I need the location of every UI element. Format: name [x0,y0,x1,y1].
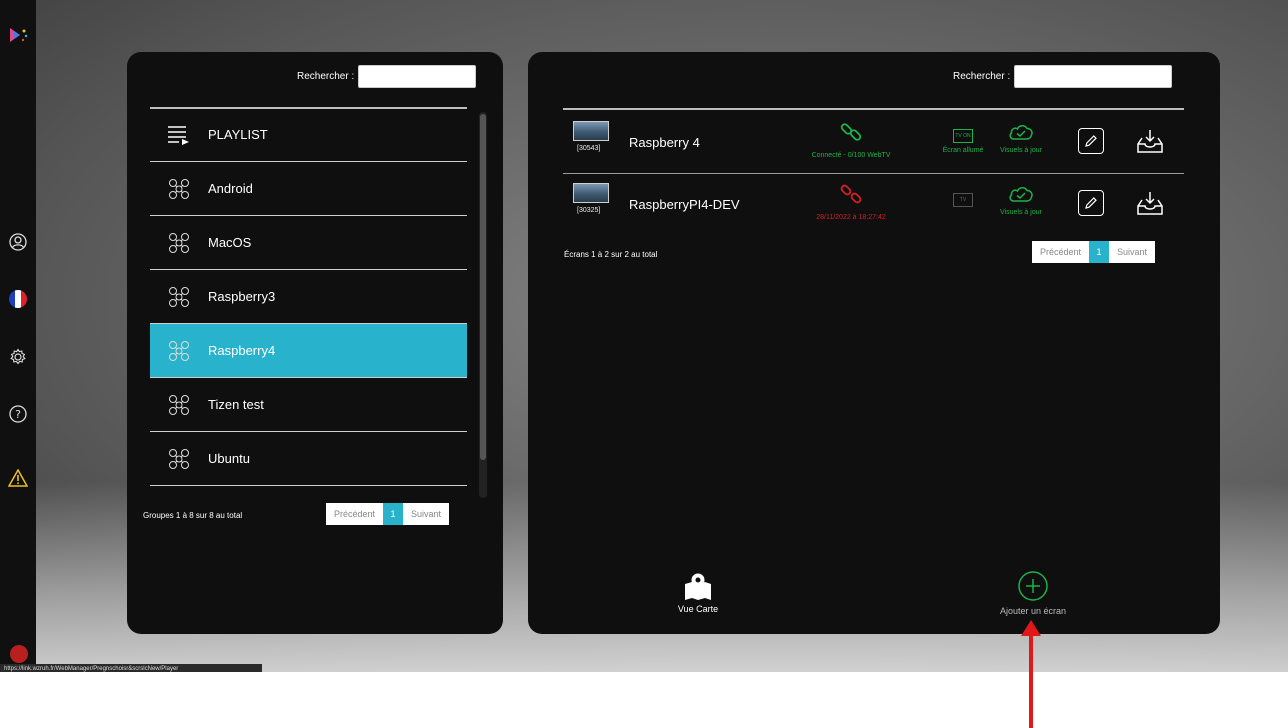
group-item[interactable]: Android [150,162,467,216]
screen-name: Raspberry 4 [629,135,700,150]
user-icon[interactable] [8,232,28,252]
groups-next-button[interactable]: Suivant [403,503,450,525]
warning-icon[interactable] [8,468,28,488]
download-button[interactable] [1135,188,1165,218]
french-flag-icon[interactable] [8,289,28,309]
screens-prev-button[interactable]: Précédent [1032,241,1090,263]
map-pin-icon [685,573,711,600]
map-view-label: Vue Carte [677,604,719,614]
groups-search-input[interactable] [358,65,477,88]
screens-panel: Rechercher : [30543] Raspberry 4 Connect… [528,52,1220,634]
tv-status-text: Écran allumé [942,147,984,154]
tv-on-icon: TV ON [953,129,973,143]
group-item-label: Raspberry3 [208,289,276,304]
visuals-status: Visuels à jour [993,185,1049,216]
screen-name: RaspberryPI4-DEV [629,197,740,212]
group-item-label: Ubuntu [208,451,250,466]
visuals-text: Visuels à jour [1000,147,1042,154]
group-icon [150,392,208,418]
group-item[interactable]: Ubuntu [150,432,467,486]
help-icon[interactable]: ? [8,404,28,424]
playlist-icon [150,125,208,145]
group-item-label: MacOS [208,235,252,250]
group-item[interactable] [150,486,467,498]
plus-circle-icon [1018,571,1048,601]
screens-search-label: Rechercher : [953,71,1011,82]
connection-status: 28/11/2022 à 18:27:42 [791,182,911,221]
groups-pager: Précédent 1 Suivant [326,503,450,525]
divider [563,108,1184,110]
pencil-icon [1085,197,1097,209]
tv-off-icon: TV [953,193,973,207]
group-icon [150,284,208,310]
inbox-download-icon [1137,130,1163,153]
screen-thumbnail[interactable] [573,121,609,141]
group-item-label: Raspberry4 [208,343,276,358]
groups-search-label: Rechercher : [297,71,355,82]
group-item[interactable]: Raspberry4 [150,324,467,378]
screens-search-input[interactable] [1014,65,1173,88]
cloud-check-icon [1009,125,1033,140]
visuals-text: Visuels à jour [1000,209,1042,216]
group-item[interactable]: Tizen test [150,378,467,432]
map-view-button[interactable]: Vue Carte [668,572,728,614]
gear-icon[interactable] [8,347,28,367]
group-icon [150,230,208,256]
group-item[interactable]: MacOS [150,216,467,270]
edit-button[interactable] [1078,128,1104,154]
cloud-check-icon [1009,187,1033,202]
group-item[interactable]: Raspberry3 [150,270,467,324]
add-screen-button[interactable]: Ajouter un écran [978,570,1088,616]
group-icon [150,176,208,202]
power-icon[interactable] [10,645,28,663]
edit-button[interactable] [1078,190,1104,216]
screens-next-button[interactable]: Suivant [1109,241,1156,263]
app-logo-icon[interactable] [10,28,28,42]
status-bar-url: https://link.wzruh.fr/WebManager/Pregnsc… [0,664,262,672]
inbox-download-icon [1137,192,1163,215]
visuals-status: Visuels à jour [993,123,1049,154]
group-item[interactable]: PLAYLIST [150,108,467,162]
pencil-icon [1085,135,1097,147]
screens-pager-info: Écrans 1 à 2 sur 2 au total [564,250,658,259]
groups-panel: Rechercher : PLAYLIST Android MacOS Raspber… [127,52,503,634]
screens-pager: Précédent 1 Suivant [1032,241,1156,263]
connection-text: 28/11/2022 à 18:27:42 [816,214,886,221]
groups-prev-button[interactable]: Précédent [326,503,384,525]
app-window: ? Rechercher : PLAYLIST Android MacOS Raspb… [0,0,1288,672]
screens-page-number[interactable]: 1 [1089,241,1110,263]
scrollbar-thumb[interactable] [480,114,486,460]
link-broken-icon [840,184,862,204]
download-button[interactable] [1135,126,1165,156]
tv-status: TV [935,188,991,211]
tv-status: TV ON Écran allumé [935,124,991,154]
screen-thumbnail[interactable] [573,183,609,203]
screen-row[interactable]: [30543] Raspberry 4 Connecté - 0/100 Web… [563,112,1184,174]
group-icon [150,446,208,472]
annotation-arrow [1029,630,1033,728]
group-item-label: PLAYLIST [208,127,268,142]
link-connected-icon [840,123,862,141]
screens-search: Rechercher : [953,65,1173,88]
screen-id: [30325] [577,207,601,214]
svg-text:?: ? [15,408,21,421]
group-icon [150,338,208,364]
connection-text: Connecté - 0/100 WebTV [811,152,891,159]
groups-pager-info: Groupes 1 à 8 sur 8 au total [143,511,243,520]
groups-page-number[interactable]: 1 [383,503,404,525]
side-rail: ? [0,0,36,672]
connection-status: Connecté - 0/100 WebTV [791,120,911,159]
group-item-label: Android [208,181,253,196]
group-item-label: Tizen test [208,397,264,412]
screen-id: [30543] [577,145,601,152]
screen-row[interactable]: [30325] RaspberryPI4-DEV 28/11/2022 à 18… [563,174,1184,236]
add-screen-label: Ajouter un écran [999,606,1067,616]
scrollbar[interactable] [479,112,487,498]
groups-search: Rechercher : [297,65,477,88]
group-list: PLAYLIST Android MacOS Raspberry3 Raspberry4… [150,108,467,498]
